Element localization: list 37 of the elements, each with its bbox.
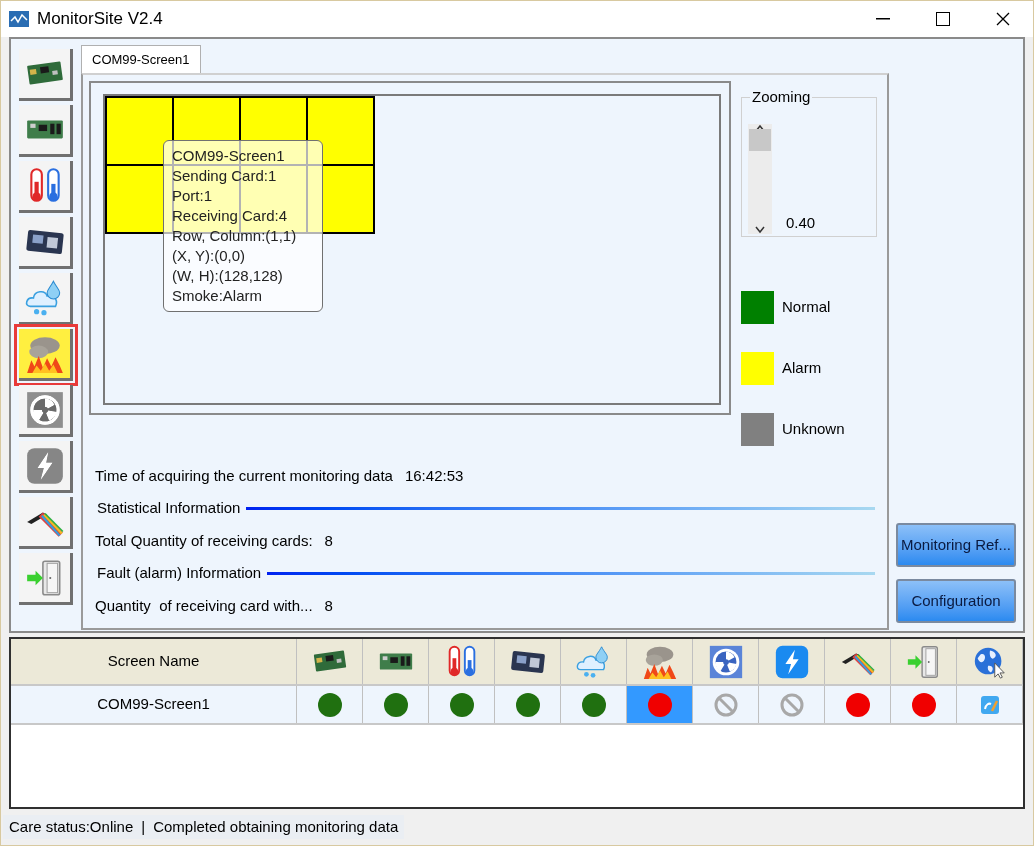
sidebar-item[interactable] [19, 217, 73, 269]
legend-label: Normal [782, 297, 831, 318]
maximize-icon [936, 12, 950, 26]
status-text: Completed obtaining monitoring data [153, 816, 399, 837]
sidebar-item[interactable] [19, 105, 73, 157]
sidebar-item[interactable] [19, 49, 73, 101]
legend-label: Alarm [782, 358, 822, 379]
close-icon [996, 12, 1010, 26]
info-label: Total Quantity of receiving cards: [95, 530, 313, 551]
section-title: Statistical Information [97, 498, 241, 519]
cell-tooltip: COM99-Screen1 Sending Card:1 Port:1 Receiving Card:4 Row, Column:(1,1) (X, Y):(0,0) (W, H):(128,128) Smoke:Alarm [163, 140, 323, 312]
tab[interactable]: COM99-Screen1 [81, 45, 201, 73]
window-title: MonitorSite V2.4 [37, 8, 163, 31]
receiving-card-cell[interactable] [106, 97, 173, 165]
info-value: 16:42:53 [404, 465, 464, 486]
app-logo-icon [9, 11, 29, 27]
action-button[interactable]: Monitoring Ref... [896, 523, 1016, 567]
zoom-scrollbar[interactable] [748, 124, 772, 234]
legend-label: Unknown [782, 419, 845, 440]
column-header: Screen Name [11, 639, 297, 684]
table-cell: COM99-Screen1 [11, 686, 297, 723]
section-title: Fault (alarm) Information [97, 563, 262, 584]
minimize-icon [876, 18, 890, 20]
info-label: Quantity of receiving card with... [95, 595, 313, 616]
info-label: Time of acquiring the current monitoring data [95, 465, 393, 486]
action-button[interactable]: Configuration [896, 579, 1016, 623]
prohibited-icon [779, 692, 804, 717]
status-text: Care status:Online [9, 816, 134, 837]
receiving-card-cell[interactable] [307, 97, 374, 165]
edit-icon [979, 694, 1000, 715]
scroll-thumb[interactable] [749, 129, 771, 152]
info-value: 8 [324, 595, 333, 616]
info-value: 8 [324, 530, 333, 551]
prohibited-icon [713, 692, 738, 717]
status-cell[interactable] [627, 686, 693, 723]
zoom-value: 0.40 [786, 212, 816, 233]
separator: | [141, 816, 146, 837]
